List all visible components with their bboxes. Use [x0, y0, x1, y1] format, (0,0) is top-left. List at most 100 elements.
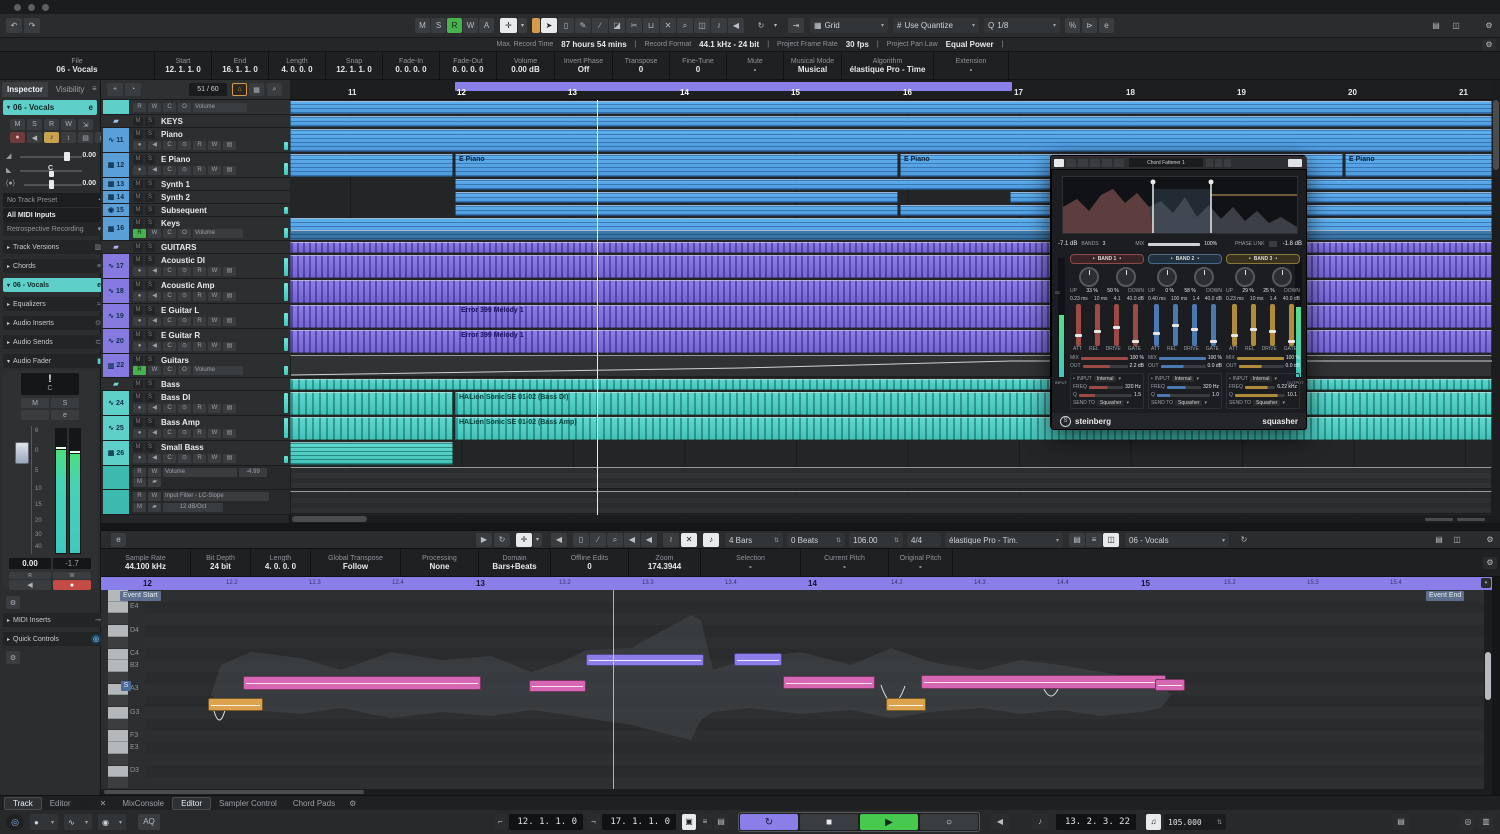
band-mix-value[interactable]: 100 %: [1286, 355, 1300, 361]
range-selection-tool[interactable]: ▯: [558, 18, 574, 33]
track-name[interactable]: GUITARS: [161, 243, 196, 252]
track-name[interactable]: Piano: [161, 130, 183, 139]
editor-field-offline-edits[interactable]: Offline Edits 0: [551, 549, 629, 576]
field-value[interactable]: -: [843, 562, 846, 571]
solo-button[interactable]: S: [145, 193, 155, 202]
field-value[interactable]: 12. 1. 1. 0: [336, 65, 372, 74]
field-value[interactable]: None: [430, 562, 450, 571]
pan-button[interactable]: C: [163, 429, 176, 438]
autoscroll-options-button[interactable]: ▾: [518, 18, 527, 33]
q-slider[interactable]: [1234, 393, 1286, 397]
up-value[interactable]: 29 %: [1242, 288, 1253, 294]
track-row[interactable]: RW CO Volume: [101, 100, 290, 115]
toolbar-setup-button[interactable]: ⚙: [1482, 18, 1496, 33]
freq-slider[interactable]: [1166, 385, 1202, 389]
open-button[interactable]: O: [178, 229, 191, 238]
fader-mute-button[interactable]: M: [21, 398, 49, 408]
rel-value[interactable]: 10 ms: [1250, 296, 1264, 302]
track-name[interactable]: Subsequent: [161, 206, 207, 215]
editor-field-bit-depth[interactable]: Bit Depth 24 bit: [191, 549, 251, 576]
pan-button[interactable]: C: [163, 454, 176, 463]
record-button[interactable]: ●: [133, 454, 146, 463]
read-button[interactable]: R: [133, 366, 146, 375]
volume-handle[interactable]: [64, 152, 70, 161]
pan-button[interactable]: C: [163, 342, 176, 351]
traffic-light-minimize[interactable]: [28, 4, 35, 11]
drive-slider[interactable]: [1113, 304, 1120, 346]
channel-state-display[interactable]: ! C: [21, 373, 79, 395]
editor-vscrollbar[interactable]: [1484, 590, 1492, 789]
close-lower-zone-icon[interactable]: ✕: [100, 799, 107, 808]
lz-window-button-b[interactable]: ◫: [1449, 533, 1465, 547]
solo-button[interactable]: S: [145, 155, 155, 164]
info-field-musical-mode[interactable]: Musical Mode Musical: [784, 52, 842, 79]
parameter-box[interactable]: Input Filter - LC-Slope: [163, 492, 269, 501]
audio-event[interactable]: Error 399 Melody 1: [290, 305, 1492, 328]
rel-slider[interactable]: [1172, 304, 1179, 346]
editor-link-button[interactable]: ◫: [1103, 533, 1119, 547]
track-name[interactable]: Keys: [161, 219, 180, 228]
audio-event[interactable]: [290, 280, 1492, 303]
rel-value[interactable]: 10 ms: [1094, 296, 1108, 302]
object-selection-tool[interactable]: ➤: [541, 18, 557, 33]
att-slider[interactable]: [1153, 304, 1160, 346]
fader-monitor-button[interactable]: ◀: [9, 580, 51, 590]
field-value[interactable]: -: [754, 65, 757, 74]
editor-field-length[interactable]: Length 4. 0. 0. 0: [251, 549, 311, 576]
track-name[interactable]: Bass: [161, 380, 180, 389]
plugin-titlebar[interactable]: Chord Fattener 1: [1051, 156, 1307, 169]
info-field-end[interactable]: End 16. 1. 1. 0: [212, 52, 269, 79]
editor-playhead[interactable]: [613, 590, 614, 789]
punch-setup-button[interactable]: ▤: [714, 814, 728, 830]
monitor-button[interactable]: ◀: [148, 404, 161, 413]
freq-value[interactable]: 320 Hz: [1203, 384, 1219, 390]
automation-lane[interactable]: RW Input Filter - LC-Slope M ▰ 12 dB/Oct: [101, 490, 290, 515]
monitor-button[interactable]: ◀: [27, 132, 42, 143]
pitch-segment[interactable]: [886, 698, 926, 711]
monitor-button[interactable]: ◀: [148, 429, 161, 438]
variaudio-editor[interactable]: E4 D4 C4 B3 A3 G3 F3 E3 D3 Event Start E…: [101, 590, 1492, 789]
field-value[interactable]: élastique Pro - Time: [850, 65, 926, 74]
section-channel[interactable]: ▾ 06 - Vocals e: [3, 278, 105, 292]
traffic-light-close[interactable]: [14, 4, 21, 11]
automation-lane-row[interactable]: [290, 467, 1492, 489]
tab-editor-left[interactable]: Editor: [42, 797, 79, 810]
mute-button[interactable]: M: [133, 206, 143, 215]
peak-value[interactable]: -1.7: [53, 558, 91, 569]
drive-value[interactable]: 1.4: [1193, 296, 1200, 302]
editor-zoom-tool[interactable]: ⌕: [607, 533, 623, 547]
marker-home-button[interactable]: ⌂: [232, 83, 247, 96]
up-knob[interactable]: [1078, 267, 1099, 287]
cycle-region[interactable]: [455, 82, 1012, 91]
track-name[interactable]: Small Bass: [161, 443, 204, 452]
mute-button[interactable]: M: [133, 243, 143, 252]
open-button[interactable]: O: [178, 366, 191, 375]
mute-tool[interactable]: ✕: [660, 18, 676, 33]
tabs-setup-gear-icon[interactable]: ⚙: [349, 799, 356, 808]
quantize-preset-dropdown[interactable]: Q 1/8 ▾: [984, 18, 1060, 33]
automation-lane[interactable]: RW Volume -4.99 M ▰: [101, 466, 290, 490]
editor-info-setup-button[interactable]: ⚙: [1483, 557, 1497, 569]
solo-button[interactable]: S: [145, 356, 155, 365]
midi-activity-button[interactable]: ◎: [1460, 814, 1476, 830]
grid-view-button[interactable]: ▦: [249, 83, 264, 96]
q-slider[interactable]: [1156, 393, 1211, 397]
section-chords[interactable]: ▸ Chords ≡: [3, 259, 105, 273]
plugin-copy-button[interactable]: [1114, 158, 1124, 167]
audio-event[interactable]: E Piano: [1345, 154, 1492, 177]
status-value[interactable]: 44.1 kHz - 24 bit: [699, 40, 759, 49]
att-value[interactable]: 0.40 ms: [1148, 296, 1166, 302]
field-value[interactable]: -: [749, 562, 752, 571]
audio-record-mode-dropdown[interactable]: ∿ ▾: [64, 814, 92, 830]
sc-input-value[interactable]: Internal: [1171, 376, 1195, 382]
draw-tool[interactable]: ✎: [575, 18, 591, 33]
split-tool[interactable]: ✂: [626, 18, 642, 33]
playhead[interactable]: [597, 100, 598, 515]
track-row-folder[interactable]: ▰ MS KEYS: [101, 115, 290, 128]
band-3-header[interactable]: • BAND 3 •: [1226, 254, 1300, 264]
plugin-write-button[interactable]: [1090, 158, 1100, 167]
solo-button[interactable]: S: [145, 206, 155, 215]
audio-event[interactable]: [290, 392, 453, 415]
editor-field-selection[interactable]: Selection -: [701, 549, 801, 576]
play-button[interactable]: ▶: [860, 814, 918, 830]
